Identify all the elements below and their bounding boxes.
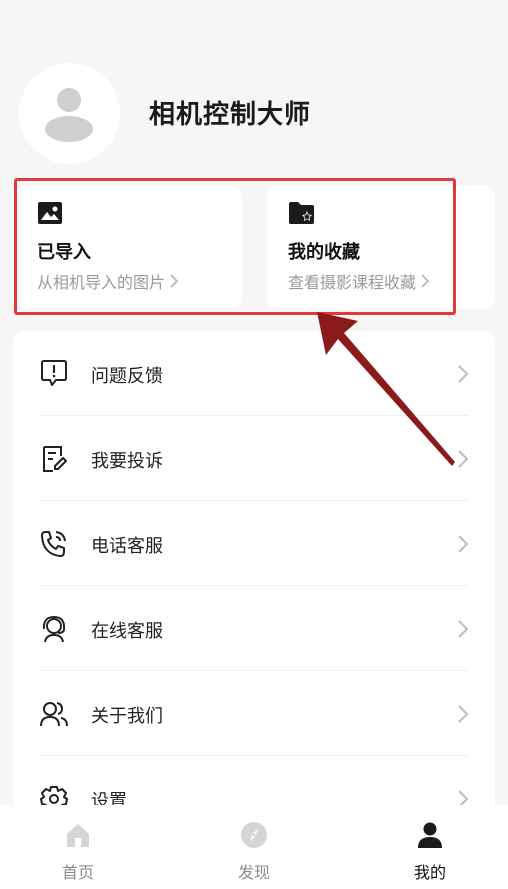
app-name: 相机控制大师	[149, 100, 312, 130]
tab-mine[interactable]: 我的	[370, 805, 490, 889]
chevron-right-icon	[458, 365, 469, 383]
menu-item-complaint[interactable]: 我要投诉	[13, 416, 495, 501]
highlight-box	[14, 178, 456, 315]
complaint-icon	[43, 446, 67, 472]
chevron-right-icon	[458, 450, 469, 468]
menu-label: 问题反馈	[91, 366, 163, 387]
tab-label: 发现	[237, 863, 270, 882]
headset-icon	[42, 615, 66, 643]
home-icon	[67, 824, 89, 847]
phone-icon	[41, 531, 66, 557]
menu-list: 问题反馈 我要投诉 电话客服 在线客服 关于我们 设置	[13, 331, 495, 851]
feedback-icon	[41, 360, 67, 386]
tab-discover[interactable]: 发现	[194, 805, 314, 889]
avatar[interactable]	[19, 63, 120, 164]
menu-item-about[interactable]: 关于我们	[13, 671, 495, 756]
bottom-tab-bar: 首页 发现 我的	[0, 805, 508, 889]
chevron-right-icon	[458, 620, 469, 638]
chevron-right-icon	[458, 705, 469, 723]
avatar-placeholder-icon	[45, 88, 93, 142]
menu-label: 电话客服	[91, 536, 163, 557]
person-icon	[418, 822, 442, 848]
tab-label: 首页	[61, 863, 94, 882]
users-icon	[40, 702, 68, 727]
menu-item-feedback[interactable]: 问题反馈	[13, 331, 495, 416]
menu-label: 关于我们	[91, 706, 163, 727]
menu-label: 在线客服	[91, 621, 163, 642]
menu-item-phone-support[interactable]: 电话客服	[13, 501, 495, 586]
menu-label: 我要投诉	[91, 451, 163, 472]
chevron-right-icon	[458, 535, 469, 553]
tab-label: 我的	[413, 863, 446, 882]
tab-home[interactable]: 首页	[18, 805, 138, 889]
menu-item-online-support[interactable]: 在线客服	[13, 586, 495, 671]
compass-icon	[241, 822, 267, 848]
